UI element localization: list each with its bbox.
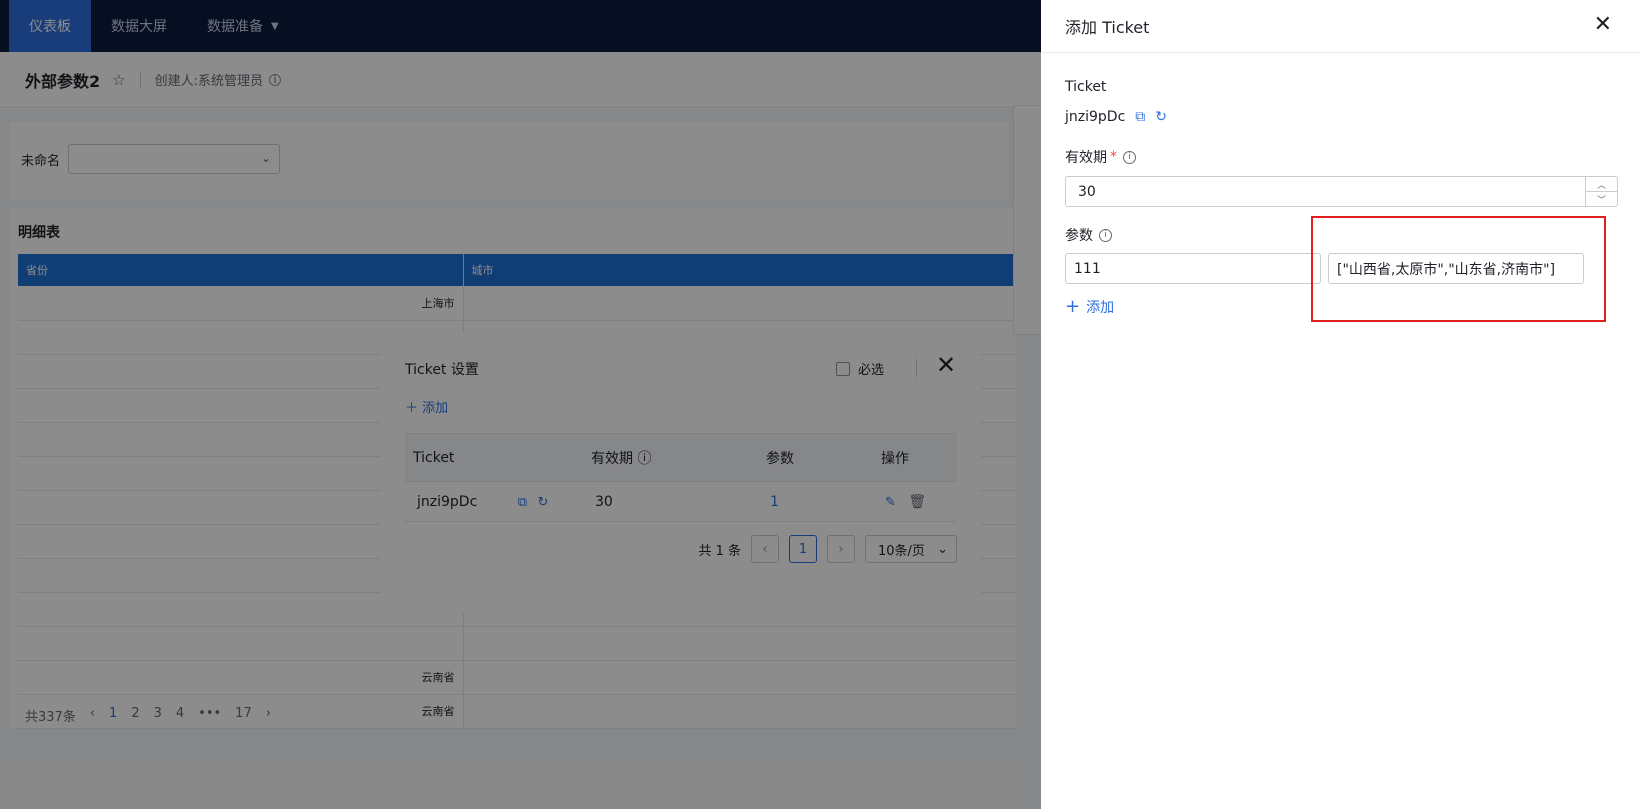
validity-input-value: 30 xyxy=(1078,183,1096,200)
copy-icon[interactable]: ⧉ xyxy=(1135,109,1145,125)
close-icon[interactable]: ✕ xyxy=(1594,14,1612,36)
refresh-icon[interactable]: ↻ xyxy=(1155,109,1167,125)
ticket-label: Ticket xyxy=(1065,79,1106,95)
info-icon[interactable]: i xyxy=(1123,150,1136,164)
validity-label: 有效期 * i xyxy=(1065,147,1136,167)
ticket-value-row: jnzi9pDc ⧉ ↻ xyxy=(1065,109,1167,125)
chevron-up-icon[interactable]: ︿ xyxy=(1586,177,1617,192)
add-ticket-drawer: 添加 Ticket ✕ Ticket jnzi9pDc ⧉ ↻ 有效期 * i … xyxy=(1041,0,1639,809)
add-param-label: 添加 xyxy=(1086,300,1115,316)
plus-icon: + xyxy=(1065,296,1081,317)
ticket-value: jnzi9pDc xyxy=(1065,109,1126,125)
ticket-label-text: Ticket xyxy=(1065,79,1107,95)
chevron-down-icon[interactable]: ﹀ xyxy=(1586,192,1617,206)
validity-label-text: 有效期 xyxy=(1065,150,1107,166)
required-asterisk: * xyxy=(1110,149,1117,165)
param-key-input[interactable]: 111 xyxy=(1065,253,1321,284)
info-icon[interactable]: i xyxy=(1099,228,1112,242)
drawer-title: 添加 Ticket xyxy=(1065,18,1150,37)
validity-input[interactable]: 30 ︿ ﹀ xyxy=(1065,176,1618,207)
param-key-value: 111 xyxy=(1074,260,1101,277)
drawer-header: 添加 Ticket ✕ xyxy=(1041,0,1639,53)
params-label-text: 参数 xyxy=(1065,228,1093,244)
add-param-button[interactable]: + 添加 xyxy=(1065,297,1114,317)
number-stepper: ︿ ﹀ xyxy=(1585,177,1617,206)
highlight-annotation-box xyxy=(1311,216,1606,322)
params-label: 参数 i xyxy=(1065,225,1112,245)
